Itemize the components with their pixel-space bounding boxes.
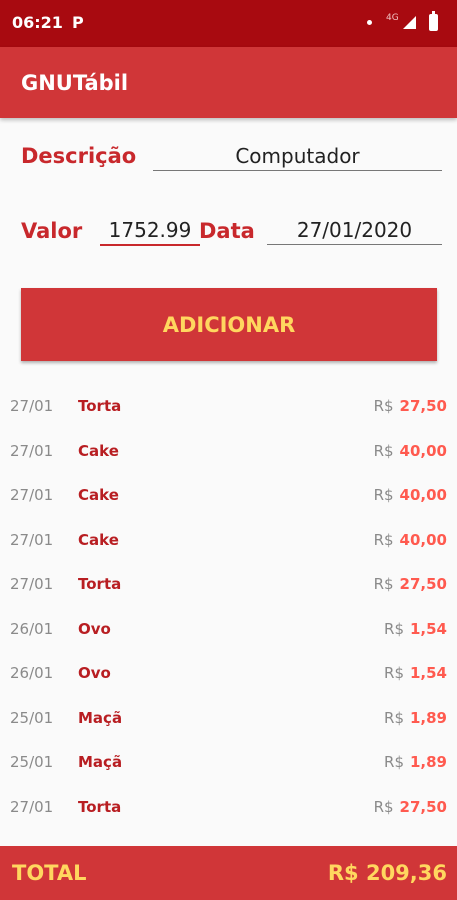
app-bar: GNUTábil [0,47,457,118]
entry-name: Cake [78,486,119,504]
entry-date: 27/01 [10,486,54,504]
list-item[interactable]: 26/01 Ovo R$ 1,54 [0,606,457,651]
list-item[interactable]: 27/01 Torta R$ 27,50 [0,562,457,607]
entry-value: 40,00 [399,486,447,504]
status-time: 06:21 [12,13,63,32]
list-item[interactable]: 25/01 Maçã R$ 1,89 [0,695,457,740]
entry-amount: R$ 1,54 [384,664,447,682]
entry-date: 26/01 [10,619,54,638]
parking-notification-icon: P [72,13,84,32]
list-item[interactable]: 27/01 Cake R$ 40,00 [0,428,457,473]
total-label: TOTAL [12,861,87,885]
entry-amount: R$ 27,50 [374,798,447,816]
entry-name: Maçã [78,753,123,771]
entry-amount: R$ 1,89 [384,709,447,727]
entry-currency: R$ [384,664,404,682]
entry-currency: R$ [384,708,404,727]
status-bar: 06:21 P 4G [0,0,457,47]
notification-dot-icon [367,20,372,25]
entry-date: 27/01 [10,441,54,460]
battery-icon [429,11,438,31]
entry-date: 27/01 [10,797,54,816]
entry-list: 27/01 Torta R$ 27,50 27/01 Cake R$ 40,00 27/01 Ca… [0,384,457,829]
entry-currency: R$ [384,619,404,638]
list-item[interactable]: 27/01 Torta R$ 27,50 [0,784,457,829]
entry-currency: R$ [373,441,394,460]
entry-name: Cake [78,530,119,549]
list-item[interactable]: 27/01 Cake R$ 40,00 [0,517,457,562]
entry-amount: R$ 1,89 [384,753,447,771]
entry-amount: R$ 27,50 [374,575,447,593]
valor-input[interactable] [100,216,200,246]
list-item[interactable]: 25/01 Maçã R$ 1,89 [0,740,457,785]
entry-value: 27,50 [399,397,447,415]
entry-value: 1,89 [409,753,447,771]
entry-name: Torta [78,797,122,816]
network-type-label: 4G [386,13,399,23]
entry-amount: R$ 40,00 [374,486,447,504]
entry-name: Torta [78,397,122,415]
valor-label: Valor [21,219,83,243]
data-input[interactable] [267,216,442,245]
entry-date: 25/01 [10,753,54,771]
entry-amount: R$ 40,00 [374,442,447,460]
entry-name: Torta [78,575,122,593]
list-item[interactable]: 27/01 Cake R$ 40,00 [0,473,457,518]
entry-value: 1,54 [409,619,447,638]
entry-name: Maçã [78,708,123,727]
list-item[interactable]: 26/01 Ovo R$ 1,54 [0,651,457,696]
descricao-label: Descrição [21,144,137,168]
entry-currency: R$ [373,797,394,816]
entry-name: Ovo [78,664,111,682]
entry-value: 40,00 [399,441,447,460]
total-value: R$ 209,36 [327,861,447,885]
entry-amount: R$ 40,00 [374,531,447,549]
entry-currency: R$ [373,486,394,504]
descricao-input[interactable] [153,142,442,171]
data-label: Data [199,219,255,243]
entry-date: 27/01 [10,397,54,415]
list-item[interactable]: 27/01 Torta R$ 27,50 [0,384,457,429]
signal-icon [403,16,416,29]
entry-date: 27/01 [10,575,54,593]
entry-currency: R$ [373,575,394,593]
entry-date: 27/01 [10,530,54,549]
total-bar: TOTAL R$ 209,36 [0,846,457,900]
entry-value: 40,00 [399,530,447,549]
entry-amount: R$ 1,54 [384,620,447,638]
entry-currency: R$ [373,397,394,415]
app-title: GNUTábil [21,71,129,95]
entry-name: Cake [78,441,119,460]
entry-amount: R$ 27,50 [374,397,447,415]
entry-date: 26/01 [10,664,54,682]
entry-currency: R$ [373,530,394,549]
adicionar-button[interactable]: ADICIONAR [21,288,437,361]
entry-value: 1,89 [409,708,447,727]
entry-value: 1,54 [409,664,447,682]
entry-value: 27,50 [399,575,447,593]
entry-currency: R$ [384,753,404,771]
entry-date: 25/01 [10,708,54,727]
entry-value: 27,50 [399,797,447,816]
entry-name: Ovo [78,619,111,638]
